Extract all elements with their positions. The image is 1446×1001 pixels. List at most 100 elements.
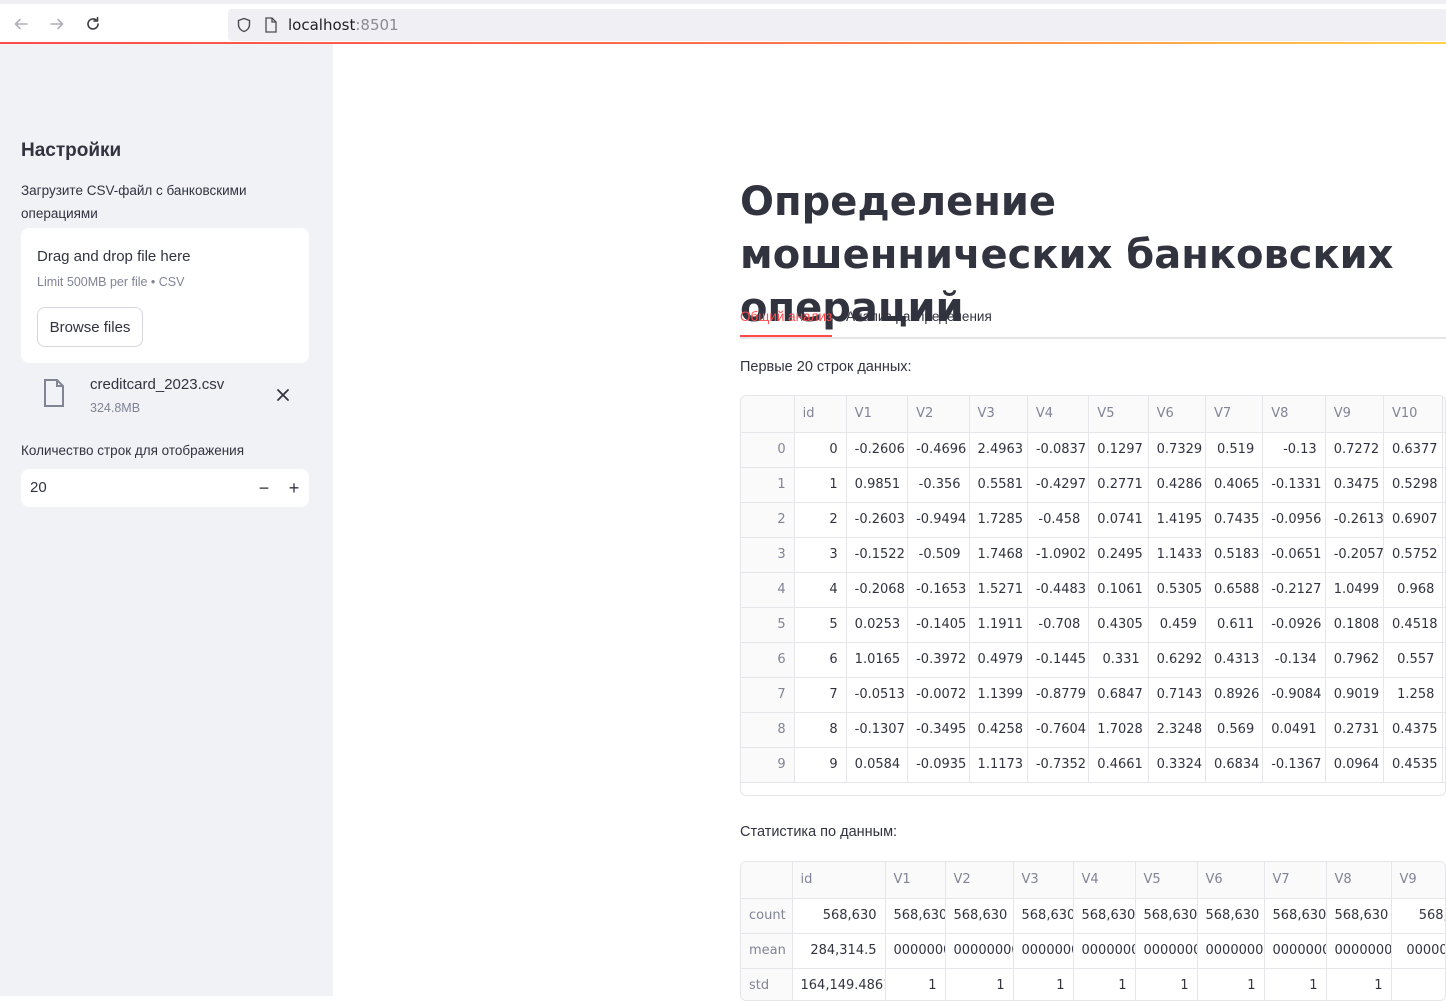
increment-button[interactable]: + bbox=[279, 473, 309, 503]
table-cell[interactable]: 568,630 bbox=[1264, 898, 1327, 934]
table-cell[interactable]: -0.2613 bbox=[1325, 502, 1385, 538]
table-cell[interactable]: 0.1061 bbox=[1088, 572, 1149, 608]
stats-table[interactable]: id V1 V2 V3 V4 V5 V6 V7 V8 V9 count 568,630 568,630… bbox=[740, 861, 1446, 1001]
table-cell[interactable]: 0.6292 bbox=[1148, 642, 1206, 678]
stats_table-header-v8[interactable]: V8 bbox=[1326, 862, 1392, 899]
table-cell[interactable]: 1 bbox=[794, 467, 847, 503]
data_table-header-v5[interactable]: V5 bbox=[1088, 396, 1149, 433]
data_table-header-v8[interactable]: V8 bbox=[1262, 396, 1326, 433]
table-cell[interactable]: 0.4661 bbox=[1088, 747, 1149, 783]
row-index[interactable]: 8 bbox=[741, 712, 795, 748]
table-cell[interactable]: 1.7028 bbox=[1088, 712, 1149, 748]
table-cell[interactable]: 2 bbox=[794, 502, 847, 538]
table-cell[interactable]: 0.519 bbox=[1205, 432, 1264, 468]
table-cell[interactable]: 1.1433 bbox=[1148, 537, 1206, 573]
table-cell[interactable]: 1 bbox=[1135, 968, 1198, 1000]
table-cell[interactable]: 0.968 bbox=[1383, 572, 1444, 608]
table-cell[interactable]: -0.458 bbox=[1027, 502, 1090, 538]
table-cell[interactable]: 0.6588 bbox=[1205, 572, 1264, 608]
table-cell[interactable]: -0.0072 bbox=[907, 677, 970, 713]
back-icon[interactable] bbox=[9, 12, 33, 36]
table-cell[interactable]: 0.0253 bbox=[846, 607, 909, 643]
table-cell[interactable]: 0.4979 bbox=[969, 642, 1028, 678]
table-cell[interactable]: 0.611 bbox=[1205, 607, 1264, 643]
row-index[interactable]: 2 bbox=[741, 502, 795, 538]
table-cell[interactable]: 6 bbox=[794, 642, 847, 678]
stats_table-header-id[interactable]: id bbox=[792, 862, 886, 899]
table-cell[interactable]: -0.1445 bbox=[1027, 642, 1090, 678]
table-cell[interactable]: 0.7272 bbox=[1325, 432, 1385, 468]
table-cell[interactable]: 2.3248 bbox=[1148, 712, 1206, 748]
table-cell[interactable]: -0.2603 bbox=[846, 502, 909, 538]
table-cell[interactable]: 0.6907 bbox=[1383, 502, 1444, 538]
table-cell[interactable]: 00000000 bbox=[1135, 933, 1198, 969]
table-cell[interactable]: 0.1808 bbox=[1325, 607, 1385, 643]
row-index[interactable]: 1 bbox=[741, 467, 795, 503]
row-index[interactable]: count bbox=[741, 898, 793, 934]
table-cell[interactable]: 1 bbox=[1326, 968, 1392, 1000]
table-cell[interactable]: -0.9494 bbox=[907, 502, 970, 538]
table-cell[interactable]: -0.1367 bbox=[1262, 747, 1326, 783]
rows-count-input[interactable]: 20 − + bbox=[21, 469, 309, 507]
data_table-header-v10[interactable]: V10 bbox=[1383, 396, 1444, 433]
row-index[interactable]: 3 bbox=[741, 537, 795, 573]
rows-count-value[interactable]: 20 bbox=[30, 479, 47, 496]
stats_table-header-v2[interactable]: V2 bbox=[945, 862, 1014, 899]
table-cell[interactable]: 0.2771 bbox=[1088, 467, 1149, 503]
table-cell[interactable]: 00000000 bbox=[1197, 933, 1265, 969]
table-cell[interactable]: 0 bbox=[794, 432, 847, 468]
table-cell[interactable]: 568,630 bbox=[1391, 898, 1445, 934]
table-cell[interactable]: -0.7352 bbox=[1027, 747, 1090, 783]
url-text[interactable]: localhost:8501 bbox=[288, 16, 399, 34]
table-cell[interactable]: -0.2057 bbox=[1325, 537, 1385, 573]
data-table[interactable]: idV1V2V3V4V5V6V7V8V9V10V11 00-0.2606-0.4… bbox=[740, 395, 1446, 796]
table-cell[interactable]: 4 bbox=[794, 572, 847, 608]
table-cell[interactable]: 0.6377 bbox=[1383, 432, 1444, 468]
table-cell[interactable]: 00000000 bbox=[1391, 933, 1445, 969]
decrement-button[interactable]: − bbox=[249, 473, 279, 503]
table-cell[interactable]: 0.569 bbox=[1205, 712, 1264, 748]
table-cell[interactable]: 00000000 bbox=[1326, 933, 1392, 969]
table-cell[interactable]: -0.1307 bbox=[846, 712, 909, 748]
table-cell[interactable]: 568,630 bbox=[1135, 898, 1198, 934]
table-cell[interactable]: -0.134 bbox=[1262, 642, 1326, 678]
data_table-header-id[interactable]: id bbox=[794, 396, 847, 433]
table-cell[interactable]: 568,630 bbox=[1013, 898, 1074, 934]
table-cell[interactable]: 0.8926 bbox=[1205, 677, 1264, 713]
table-cell[interactable]: 0.5298 bbox=[1383, 467, 1444, 503]
table-cell[interactable]: 9 bbox=[794, 747, 847, 783]
table-cell[interactable]: 0.459 bbox=[1148, 607, 1206, 643]
table-cell[interactable]: -0.13 bbox=[1262, 432, 1326, 468]
table-cell[interactable]: -0.1653 bbox=[907, 572, 970, 608]
table-cell[interactable]: 2.4963 bbox=[969, 432, 1028, 468]
shield-icon[interactable] bbox=[236, 17, 252, 33]
table-cell[interactable]: -1.0902 bbox=[1027, 537, 1090, 573]
table-cell[interactable]: 0.4313 bbox=[1205, 642, 1264, 678]
stats_table-header-v7[interactable]: V7 bbox=[1264, 862, 1327, 899]
table-cell[interactable]: -0.4297 bbox=[1027, 467, 1090, 503]
forward-icon[interactable] bbox=[45, 12, 69, 36]
stats_table-header-v4[interactable]: V4 bbox=[1073, 862, 1136, 899]
row-index[interactable]: 4 bbox=[741, 572, 795, 608]
table-cell[interactable]: 0.4065 bbox=[1205, 467, 1264, 503]
table-cell[interactable]: 00000000 bbox=[1013, 933, 1074, 969]
table-cell[interactable]: -0.2068 bbox=[846, 572, 909, 608]
table-cell[interactable]: 0.0964 bbox=[1325, 747, 1385, 783]
table-cell[interactable]: -0.708 bbox=[1027, 607, 1090, 643]
table-cell[interactable]: 5 bbox=[794, 607, 847, 643]
stats_table-header-v1[interactable]: V1 bbox=[885, 862, 946, 899]
stats_table-header-v6[interactable]: V6 bbox=[1197, 862, 1265, 899]
tab-general-analysis[interactable]: Общий анализ bbox=[740, 309, 833, 337]
table-cell[interactable]: 0.4518 bbox=[1383, 607, 1444, 643]
table-cell[interactable]: -0.1522 bbox=[846, 537, 909, 573]
table-cell[interactable]: 8 bbox=[794, 712, 847, 748]
table-cell[interactable]: 1 bbox=[945, 968, 1014, 1000]
table-cell[interactable]: 0.0584 bbox=[846, 747, 909, 783]
table-cell[interactable]: 568,630 bbox=[1197, 898, 1265, 934]
table-cell[interactable]: 00000000 bbox=[885, 933, 946, 969]
table-cell[interactable]: 0.3324 bbox=[1148, 747, 1206, 783]
table-cell[interactable]: -0.0956 bbox=[1262, 502, 1326, 538]
table-cell[interactable]: 1.0499 bbox=[1325, 572, 1385, 608]
table-cell[interactable]: 1.0165 bbox=[846, 642, 909, 678]
table-cell[interactable]: 1.1173 bbox=[969, 747, 1028, 783]
